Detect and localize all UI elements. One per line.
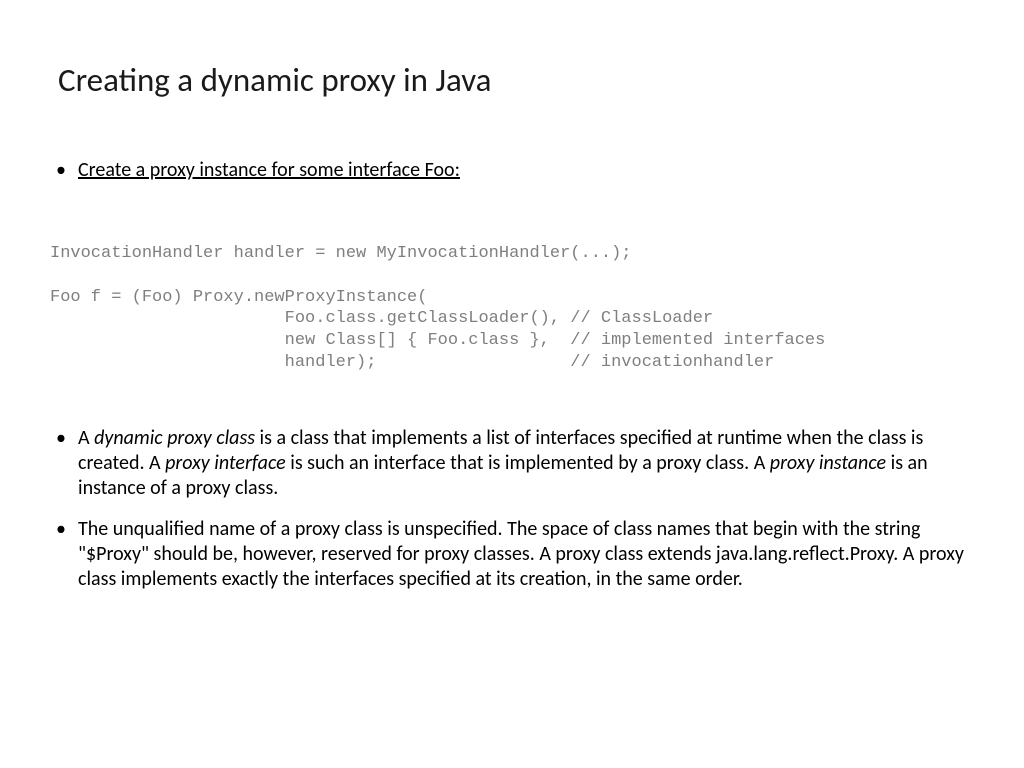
bullet-create-proxy: Create a proxy instance for some interfa…: [50, 158, 974, 183]
term-dynamic-proxy-class: dynamic proxy class: [94, 426, 255, 450]
text-fragment: is such an interface that is implemented…: [286, 451, 770, 475]
top-bullet-list: Create a proxy instance for some interfa…: [50, 158, 974, 183]
code-snippet: InvocationHandler handler = new MyInvoca…: [50, 243, 974, 374]
term-proxy-interface: proxy interface: [165, 451, 286, 475]
text-fragment: The unqualified name of a proxy class is…: [78, 517, 964, 591]
bullet-dynamic-proxy-definition: A dynamic proxy class is a class that im…: [50, 426, 974, 501]
bullet-create-proxy-text: Create a proxy instance for some interfa…: [78, 158, 460, 182]
bullet-proxy-class-name: The unqualified name of a proxy class is…: [50, 517, 974, 592]
text-fragment: A: [78, 426, 94, 450]
body-bullet-list: A dynamic proxy class is a class that im…: [50, 426, 974, 592]
term-proxy-instance: proxy instance: [770, 451, 886, 475]
slide-title: Creating a dynamic proxy in Java: [58, 60, 974, 100]
